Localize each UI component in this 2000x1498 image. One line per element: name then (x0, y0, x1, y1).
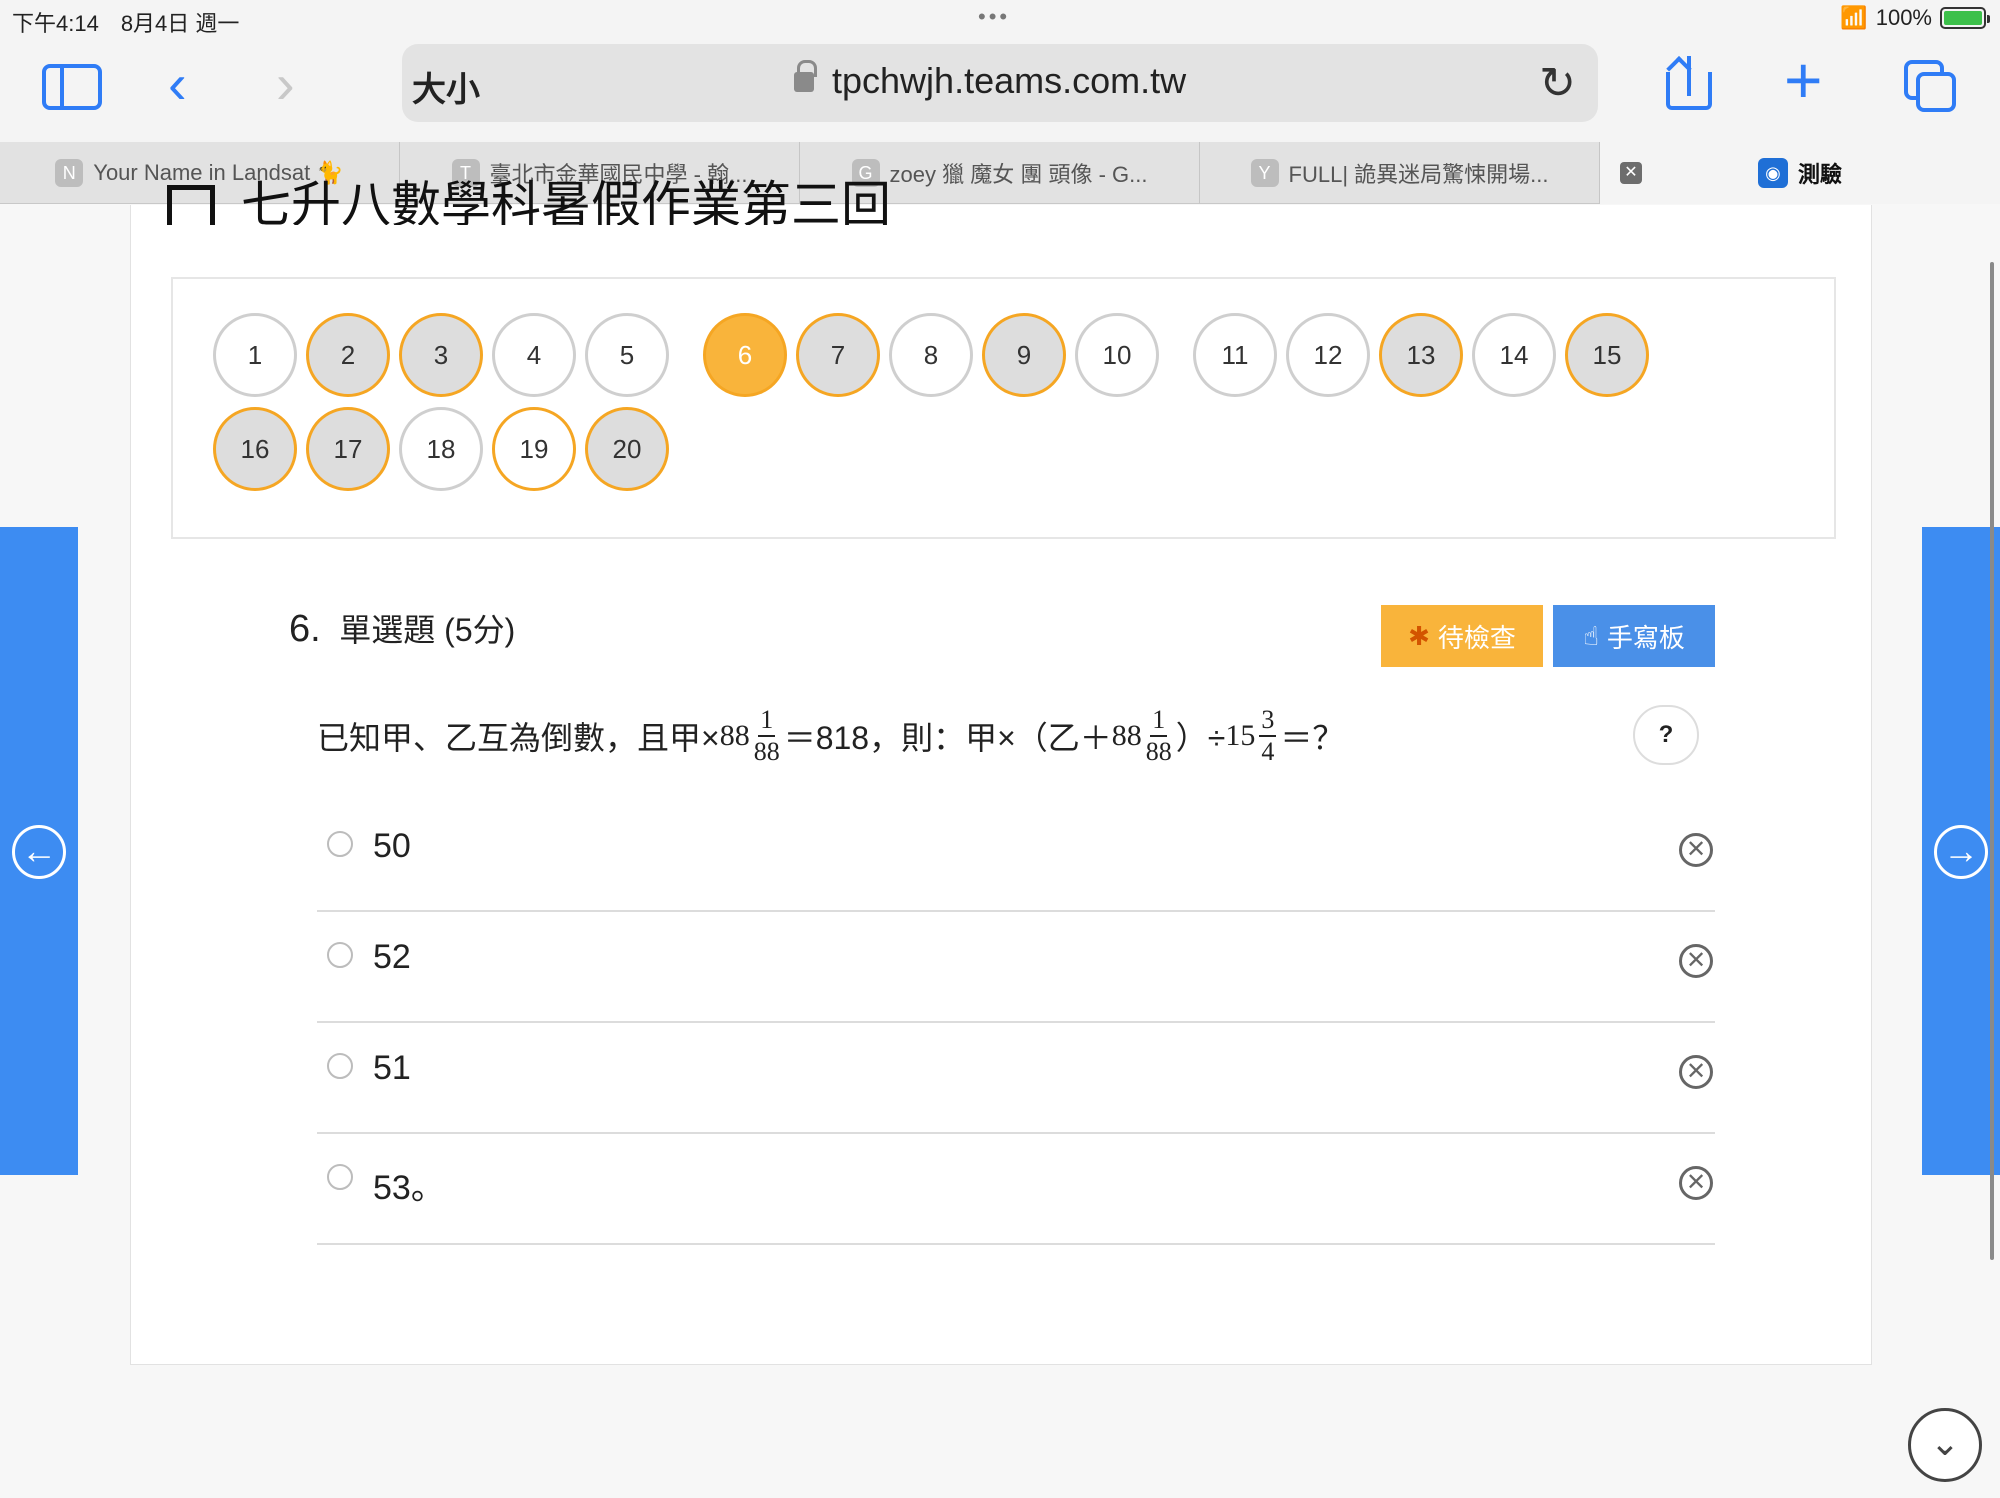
option-text: 53。 (373, 1169, 445, 1207)
back-chevron-icon[interactable]: ‹ (168, 56, 187, 112)
fraction: 1 88 (1145, 705, 1172, 766)
tab-close-icon[interactable]: ✕ (1620, 162, 1642, 184)
tab-favicon: N (55, 159, 84, 187)
question-nav-item[interactable]: 7 (796, 313, 880, 397)
battery-icon (1940, 7, 1990, 29)
question-nav-item[interactable]: 9 (982, 313, 1066, 397)
question-nav-item[interactable]: 2 (306, 313, 390, 397)
question-nav-item[interactable]: 16 (213, 407, 297, 491)
answer-option[interactable]: 50 ✕ (317, 801, 1715, 912)
question-nav-item[interactable]: 6 (703, 313, 787, 397)
url-text[interactable]: tpchwjh.teams.com.tw (832, 60, 1186, 102)
question-text-part: ＝？ (1280, 720, 1345, 756)
question-text: 已知甲、乙互為倒數，且甲× 88 1 88 ＝818，則：甲×（乙＋ 88 1 88… (317, 705, 1344, 767)
radio-button[interactable] (327, 1053, 353, 1079)
sidebar-icon[interactable] (42, 64, 102, 110)
radio-button[interactable] (327, 1164, 353, 1190)
arrow-left-icon: ← (12, 825, 66, 879)
handwriting-button[interactable]: ☝ 手寫板 (1553, 605, 1715, 667)
answer-option[interactable]: 52 ✕ (317, 912, 1715, 1023)
question-nav-item[interactable]: 12 (1286, 313, 1370, 397)
status-right: 📶 100% (1840, 5, 1990, 31)
lock-icon (794, 60, 817, 94)
tab-quiz-active[interactable]: ✕ ◉ 測驗 (1600, 142, 2000, 204)
chevron-down-icon[interactable]: ⌄ (1908, 1408, 1982, 1482)
wifi-icon: 📶 (1840, 5, 1868, 30)
mixed-number-whole: 15 (1225, 719, 1256, 752)
question-nav-item[interactable]: 19 (492, 407, 576, 491)
eliminate-option-icon[interactable]: ✕ (1679, 1055, 1713, 1089)
arrow-right-icon: → (1934, 825, 1988, 879)
tab-title: zoey 獵 魔女 團 頭像 - G... (889, 162, 1148, 187)
help-button[interactable]: ? (1633, 705, 1699, 765)
document-icon (167, 184, 215, 225)
fraction: 34 (1259, 705, 1277, 766)
question-nav-item[interactable]: 11 (1193, 313, 1277, 397)
multitasking-dots[interactable]: ••• (978, 4, 1010, 30)
forward-chevron-icon[interactable]: › (276, 56, 295, 112)
question-text-part: 已知甲、乙互為倒數，且甲× (317, 720, 720, 756)
question-text-part: ＝818，則：甲×（乙＋ (783, 720, 1112, 756)
status-bar: 下午4:14 8月4日 週一 ••• 📶 100% (0, 0, 2000, 38)
eliminate-option-icon[interactable]: ✕ (1679, 944, 1713, 978)
previous-question-button[interactable]: ← (0, 527, 78, 1175)
question-nav-item[interactable]: 4 (492, 313, 576, 397)
new-tab-plus-icon[interactable]: + (1784, 42, 1823, 118)
question-type: 單選題 (5分) (339, 612, 516, 648)
question-nav-item[interactable]: 5 (585, 313, 669, 397)
browser-toolbar: ‹ › 大小 tpchwjh.teams.com.tw ↻ + (0, 38, 2000, 142)
question-nav-item[interactable]: 18 (399, 407, 483, 491)
question-nav-item[interactable]: 20 (585, 407, 669, 491)
question-text-part: ）÷ (1175, 720, 1226, 756)
status-time: 下午4:14 8月4日 週一 (12, 11, 240, 36)
question-nav-item[interactable]: 3 (399, 313, 483, 397)
eliminate-option-icon[interactable]: ✕ (1679, 833, 1713, 867)
handwriting-label: 手寫板 (1606, 622, 1685, 653)
eliminate-option-icon[interactable]: ✕ (1679, 1166, 1713, 1200)
next-question-button[interactable]: → (1922, 527, 2000, 1175)
question-heading: 6. 單選題 (5分) (289, 605, 515, 651)
quiz-favicon-icon: ◉ (1757, 158, 1788, 188)
share-icon[interactable] (1666, 56, 1712, 110)
pending-check-label: 待檢查 (1437, 622, 1516, 653)
scrollbar[interactable] (1990, 262, 1994, 1260)
question-nav-item[interactable]: 8 (889, 313, 973, 397)
answer-option[interactable]: 51 ✕ (317, 1023, 1715, 1134)
question-navigator: 1 2 3 4 5 6 7 8 9 10 11 12 13 14 15 16 17 18 19 20 (171, 277, 1836, 539)
question-nav-item[interactable]: 13 (1379, 313, 1463, 397)
option-text: 51 (373, 1049, 411, 1087)
battery-percent: 100% (1875, 5, 1932, 30)
radio-button[interactable] (327, 831, 353, 857)
question-number: 6. (289, 608, 321, 650)
text-size-button[interactable]: 大小 (412, 62, 480, 111)
mixed-number-whole: 88 (719, 719, 750, 752)
question-nav-item[interactable]: 15 (1565, 313, 1649, 397)
tab-favicon: Y (1250, 159, 1279, 187)
question-nav-item[interactable]: 1 (213, 313, 297, 397)
mixed-number-whole: 88 (1111, 719, 1142, 752)
tab-overview-icon[interactable] (1904, 60, 1956, 112)
question-nav-item[interactable]: 14 (1472, 313, 1556, 397)
address-bar[interactable]: 大小 tpchwjh.teams.com.tw ↻ (402, 44, 1598, 122)
page-title: 七升八數學科暑假作業第三回 (167, 165, 891, 225)
radio-button[interactable] (327, 942, 353, 968)
answer-option[interactable]: 53。 ✕ (317, 1134, 1715, 1245)
pending-check-button[interactable]: ✱ 待檢查 (1381, 605, 1543, 667)
reload-icon[interactable]: ↻ (1539, 58, 1576, 109)
fraction: 1 88 (753, 705, 780, 766)
hand-pointer-icon: ☝ (1583, 620, 1599, 651)
tab-youtube[interactable]: Y FULL| 詭異迷局驚悚開場... (1200, 142, 1600, 204)
tab-title: 測驗 (1797, 162, 1842, 187)
tab-title: FULL| 詭異迷局驚悚開場... (1288, 162, 1549, 187)
option-text: 50 (373, 827, 411, 865)
option-text: 52 (373, 938, 411, 976)
question-nav-item[interactable]: 17 (306, 407, 390, 491)
question-nav-item[interactable]: 10 (1075, 313, 1159, 397)
quiz-page: 七升八數學科暑假作業第三回 1 2 3 4 5 6 7 8 9 10 11 12 13 14 15 16 17 1… (130, 177, 1872, 1365)
bug-icon: ✱ (1408, 620, 1430, 651)
